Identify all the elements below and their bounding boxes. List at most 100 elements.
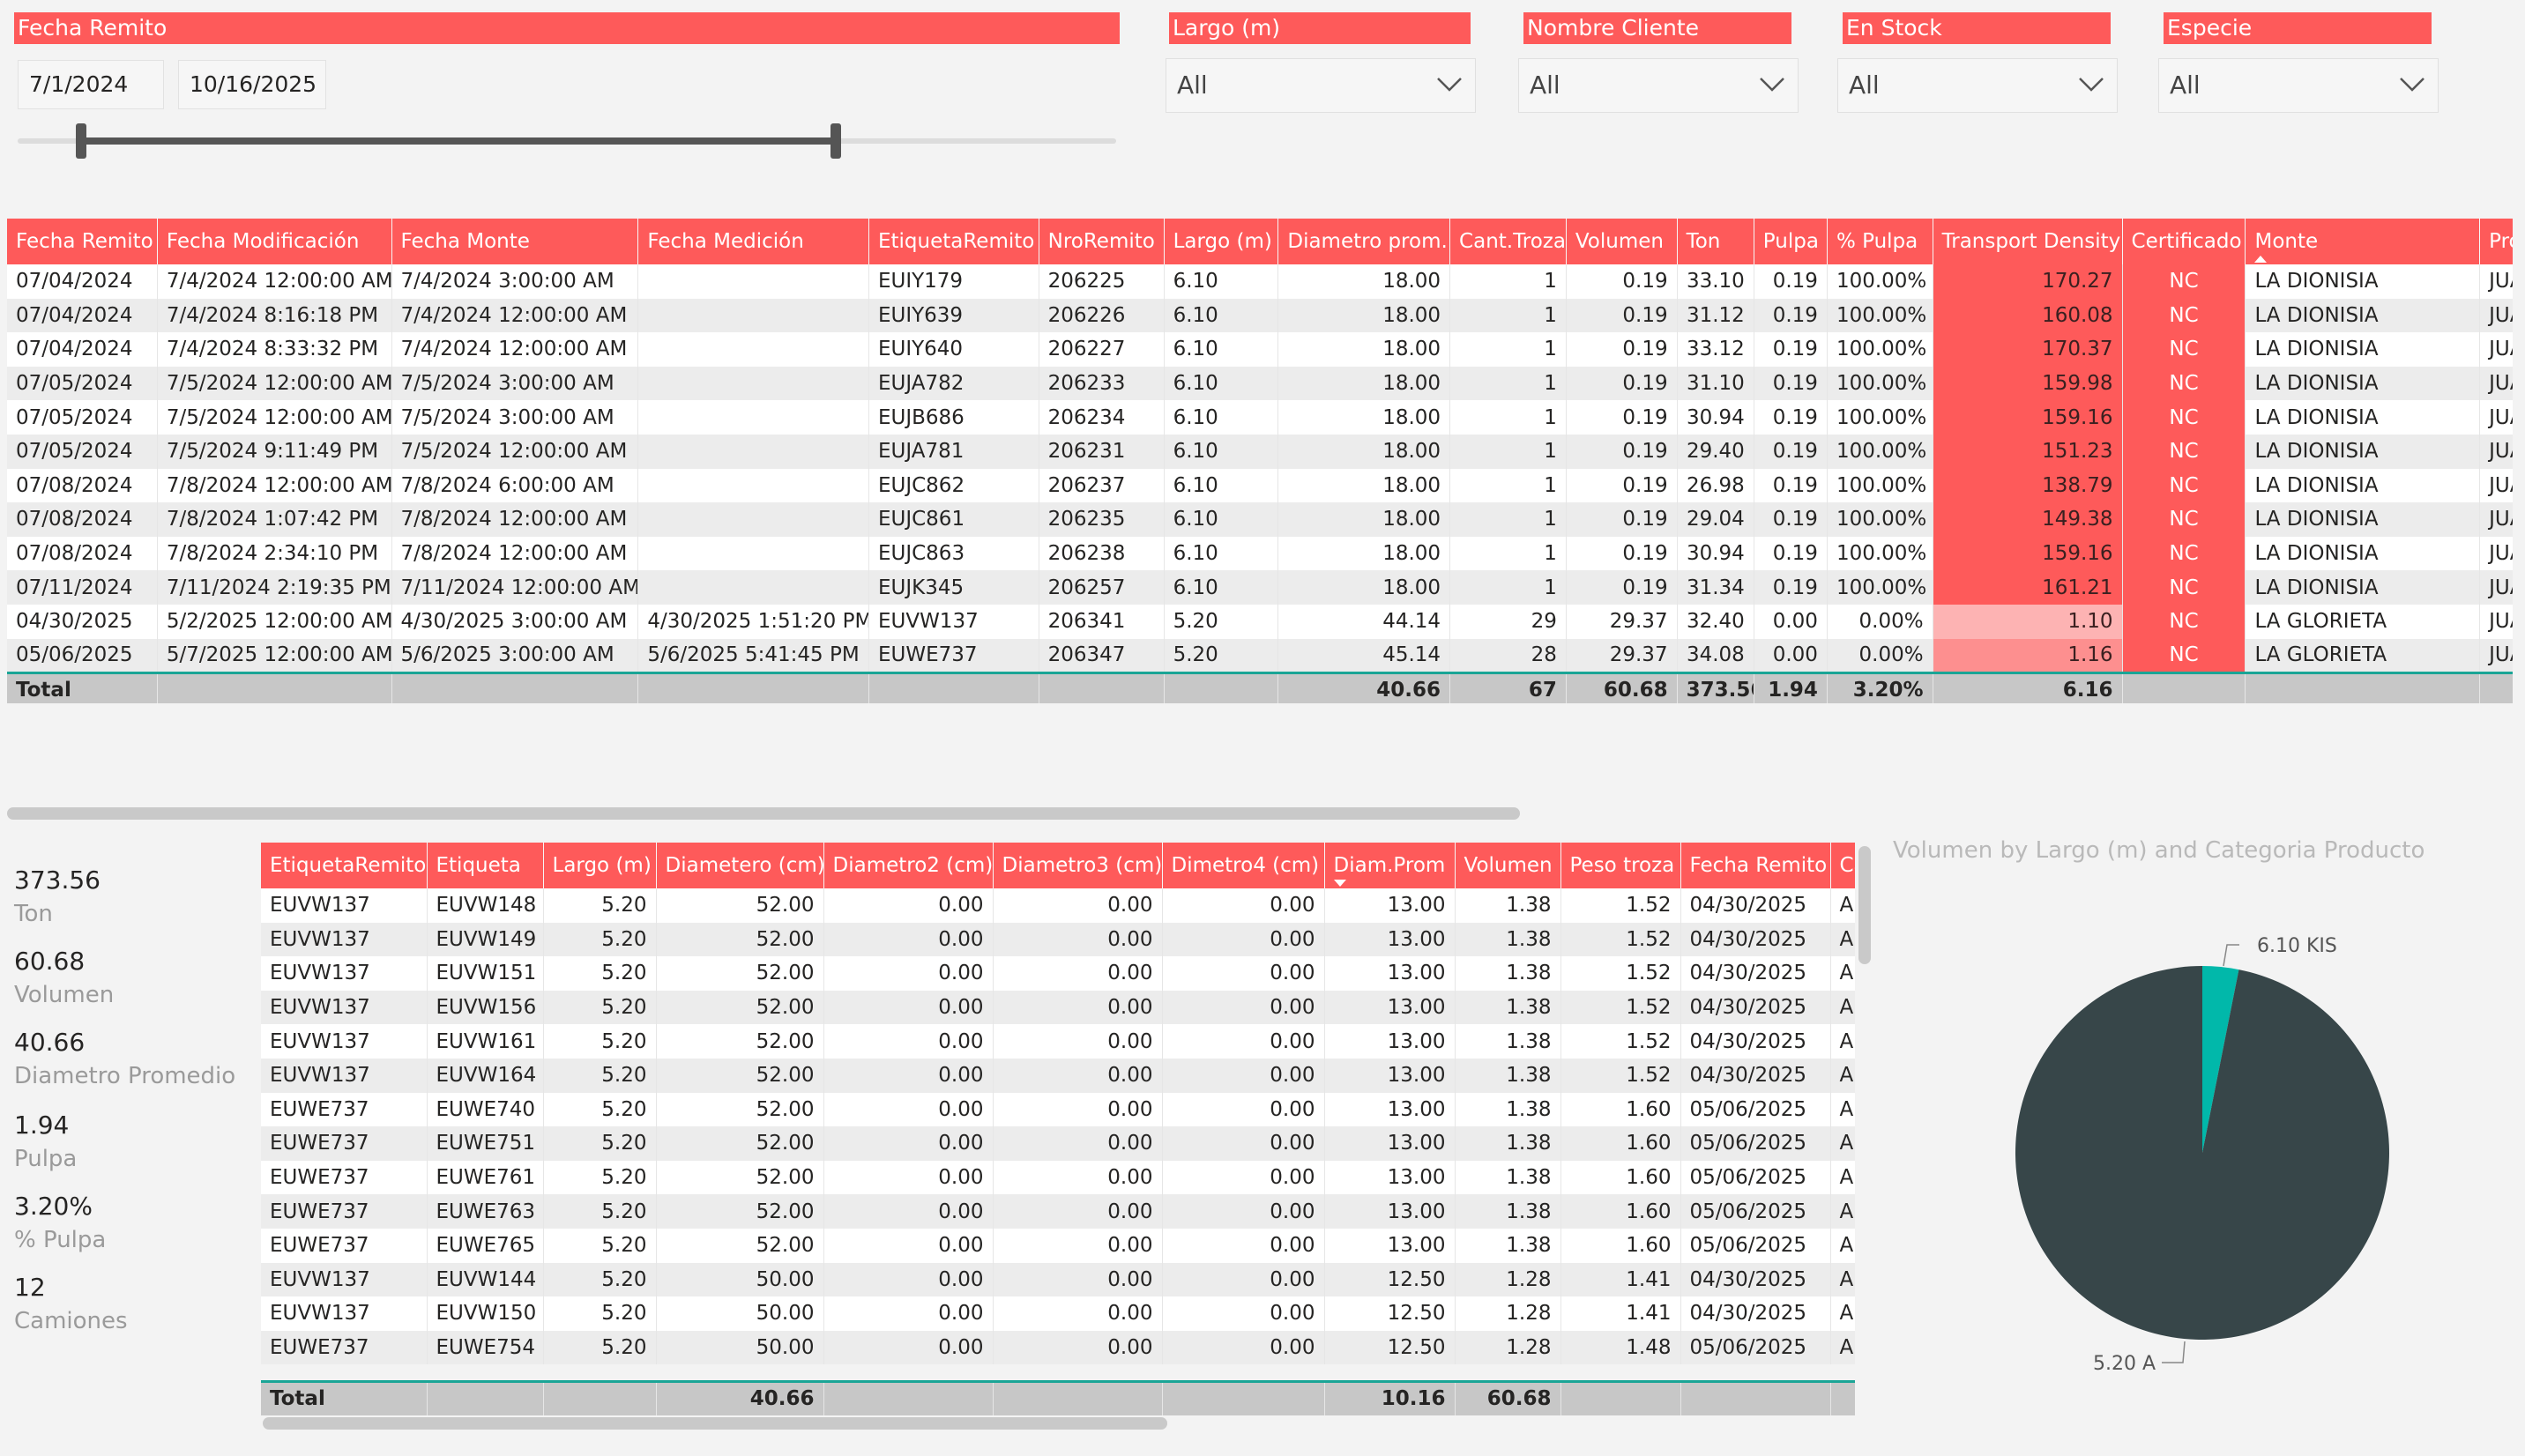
table-cell: NC — [2122, 536, 2246, 571]
table-cell: 0.00 — [823, 922, 994, 957]
table-row[interactable]: EUWE737 EUWE740 5.20 52.00 0.00 0.00 0.00 13.00… — [261, 1092, 1855, 1127]
trozas-header-diametro2-cm[interactable]: Diametro2 (cm) — [823, 843, 994, 888]
table-row[interactable]: 07/05/2024 7/5/2024 12:00:00 AM 7/5/2024 3… — [7, 366, 2513, 401]
table-row[interactable]: 07/04/2024 7/4/2024 12:00:00 AM 7/4/2024 3… — [7, 264, 2513, 299]
trozas-header-ca[interactable]: Ca — [1830, 843, 1855, 888]
table-cell: A — [1830, 1126, 1855, 1161]
en-stock-dropdown[interactable]: All — [1837, 58, 2118, 113]
trozas-header-fecha-remito[interactable]: Fecha Remito — [1680, 843, 1831, 888]
table-row[interactable]: 07/08/2024 7/8/2024 12:00:00 AM 7/8/2024 6… — [7, 468, 2513, 503]
table-row[interactable]: EUWE737 EUWE765 5.20 52.00 0.00 0.00 0.00 13.00… — [261, 1228, 1855, 1263]
table-cell: A — [1830, 888, 1855, 923]
table-row[interactable]: EUVW137 EUVW144 5.20 50.00 0.00 0.00 0.00 12.50… — [261, 1262, 1855, 1297]
trozas-header-etiqueta[interactable]: Etiqueta — [427, 843, 544, 888]
table-cell: 6.10 — [1164, 434, 1279, 469]
nombre-cliente-dropdown-value: All — [1530, 71, 1560, 100]
table-cell: 18.00 — [1277, 366, 1451, 401]
trozas-header-etiquetaremito[interactable]: EtiquetaRemito — [261, 843, 428, 888]
table-cell: 7/8/2024 12:00:00 AM — [391, 502, 639, 537]
table-cell: 0.19 — [1566, 264, 1678, 299]
remitos-header-diametro-prom[interactable]: Diametro prom. — [1277, 219, 1451, 264]
table-cell: 7/5/2024 12:00:00 AM — [157, 366, 392, 401]
remitos-header-largo-m[interactable]: Largo (m) — [1164, 219, 1279, 264]
table-cell: EUJB686 — [868, 400, 1039, 435]
trozas-header-diam-prom[interactable]: Diam.Prom — [1324, 843, 1456, 888]
table-row[interactable]: EUVW137 EUVW150 5.20 50.00 0.00 0.00 0.00 12.50… — [261, 1296, 1855, 1331]
table-cell: 04/30/2025 — [1680, 1262, 1831, 1297]
remitos-header-ton[interactable]: Ton — [1677, 219, 1754, 264]
table-row[interactable]: 07/05/2024 7/5/2024 9:11:49 PM 7/5/2024 12… — [7, 434, 2513, 469]
remitos-header-fecha-monte[interactable]: Fecha Monte — [391, 219, 639, 264]
table-row[interactable]: 07/05/2024 7/5/2024 12:00:00 AM 7/5/2024 3… — [7, 400, 2513, 435]
table-row[interactable]: EUVW137 EUVW161 5.20 52.00 0.00 0.00 0.00 13.00… — [261, 1024, 1855, 1059]
table-row[interactable]: 04/30/2025 5/2/2025 12:00:00 AM 4/30/2025 … — [7, 604, 2513, 639]
trozas-table-horizontal-scrollbar[interactable] — [263, 1417, 1167, 1430]
remitos-header-fecha-modificaci-n[interactable]: Fecha Modificación — [157, 219, 392, 264]
date-slider-end-handle[interactable] — [830, 123, 841, 159]
remitos-header--pulpa[interactable]: % Pulpa — [1827, 219, 1933, 264]
table-cell: JUA — [2479, 332, 2513, 367]
table-cell: 33.10 — [1677, 264, 1754, 299]
pie-slice-5-20-a[interactable] — [2015, 966, 2389, 1340]
table-cell: 0.00 — [1162, 888, 1325, 923]
table-cell: 18.00 — [1277, 264, 1451, 299]
table-row[interactable]: 07/08/2024 7/8/2024 2:34:10 PM 7/8/2024 12… — [7, 536, 2513, 571]
trozas-header-largo-m[interactable]: Largo (m) — [543, 843, 657, 888]
table-row[interactable]: EUWE737 EUWE751 5.20 52.00 0.00 0.00 0.00 13.00… — [261, 1126, 1855, 1161]
total-cell — [1680, 1380, 1831, 1415]
trozas-header-peso-troza[interactable]: Peso troza — [1560, 843, 1681, 888]
trozas-header-volumen[interactable]: Volumen — [1455, 843, 1561, 888]
table-cell: 1.38 — [1455, 1160, 1561, 1195]
table-row[interactable]: EUWE737 EUWE763 5.20 52.00 0.00 0.00 0.00 13.00… — [261, 1194, 1855, 1229]
table-row[interactable]: EUVW137 EUVW151 5.20 52.00 0.00 0.00 0.00 13.00… — [261, 956, 1855, 991]
remitos-header-fecha-remito[interactable]: Fecha Remito — [7, 219, 158, 264]
table-row[interactable]: EUVW137 EUVW149 5.20 52.00 0.00 0.00 0.00 13.00… — [261, 922, 1855, 957]
nombre-cliente-dropdown[interactable]: All — [1518, 58, 1799, 113]
table-cell: 50.00 — [656, 1296, 824, 1331]
date-start-input[interactable]: 7/1/2024 — [18, 60, 164, 109]
table-cell: 0.19 — [1754, 400, 1828, 435]
table-row[interactable]: EUWE737 EUWE761 5.20 52.00 0.00 0.00 0.00 13.00… — [261, 1160, 1855, 1195]
table-row[interactable]: 07/11/2024 7/11/2024 2:19:35 PM 7/11/2024 … — [7, 570, 2513, 605]
remitos-header-fecha-medici-n[interactable]: Fecha Medición — [637, 219, 869, 264]
table-cell: 1.28 — [1455, 1330, 1561, 1365]
remitos-header-cant-trozas[interactable]: Cant.Trozas — [1449, 219, 1567, 264]
date-slider-start-handle[interactable] — [76, 123, 86, 159]
header-label: Fecha Remito — [16, 230, 153, 253]
header-label: Diametro3 (cm) — [1002, 854, 1162, 877]
table-row[interactable]: 05/06/2025 5/7/2025 12:00:00 AM 5/6/2025 3… — [7, 638, 2513, 673]
table-cell: 6.10 — [1164, 502, 1279, 537]
table-cell: 31.10 — [1677, 366, 1754, 401]
remitos-table-horizontal-scrollbar[interactable] — [7, 807, 1520, 820]
remitos-header-volumen[interactable]: Volumen — [1566, 219, 1678, 264]
table-row[interactable]: EUVW137 EUVW148 5.20 52.00 0.00 0.00 0.00 13.00… — [261, 888, 1855, 923]
table-cell: 5.20 — [543, 1228, 657, 1263]
table-row[interactable]: 07/04/2024 7/4/2024 8:33:32 PM 7/4/2024 12… — [7, 332, 2513, 367]
table-row[interactable]: EUWE737 EUWE754 5.20 50.00 0.00 0.00 0.00 12.50… — [261, 1330, 1855, 1365]
remitos-header-transport-density[interactable]: Transport Density — [1933, 219, 2123, 264]
trozas-header-diametro3-cm[interactable]: Diametro3 (cm) — [993, 843, 1163, 888]
especie-dropdown[interactable]: All — [2158, 58, 2439, 113]
table-cell: EUVW151 — [427, 956, 544, 991]
table-row[interactable]: EUVW137 EUVW156 5.20 52.00 0.00 0.00 0.00 13.00… — [261, 990, 1855, 1025]
remitos-header-prov[interactable]: Prov — [2479, 219, 2513, 264]
table-cell: 0.19 — [1754, 366, 1828, 401]
remitos-header-monte[interactable]: Monte — [2245, 219, 2481, 264]
largo-dropdown[interactable]: All — [1166, 58, 1476, 113]
table-row[interactable]: EUVW137 EUVW164 5.20 52.00 0.00 0.00 0.00 13.00… — [261, 1058, 1855, 1093]
table-row[interactable]: 07/08/2024 7/8/2024 1:07:42 PM 7/8/2024 12… — [7, 502, 2513, 537]
trozas-header-dimetro4-cm[interactable]: Dimetro4 (cm) — [1162, 843, 1325, 888]
table-cell: 138.79 — [1933, 468, 2123, 503]
table-cell: 0.19 — [1566, 366, 1678, 401]
table-cell: 1.38 — [1455, 888, 1561, 923]
remitos-header-certificado[interactable]: Certificado — [2122, 219, 2246, 264]
date-end-input[interactable]: 10/16/2025 — [178, 60, 326, 109]
table-cell: EUJA782 — [868, 366, 1039, 401]
remitos-header-nroremito[interactable]: NroRemito — [1039, 219, 1165, 264]
table-row[interactable]: 07/04/2024 7/4/2024 8:16:18 PM 7/4/2024 12… — [7, 298, 2513, 333]
trozas-table-vertical-scrollbar[interactable] — [1858, 846, 1871, 964]
remitos-header-etiquetaremito[interactable]: EtiquetaRemito — [868, 219, 1039, 264]
table-cell: 18.00 — [1277, 434, 1451, 469]
remitos-header-pulpa[interactable]: Pulpa — [1754, 219, 1828, 264]
trozas-header-diametero-cm[interactable]: Diametero (cm) — [656, 843, 824, 888]
